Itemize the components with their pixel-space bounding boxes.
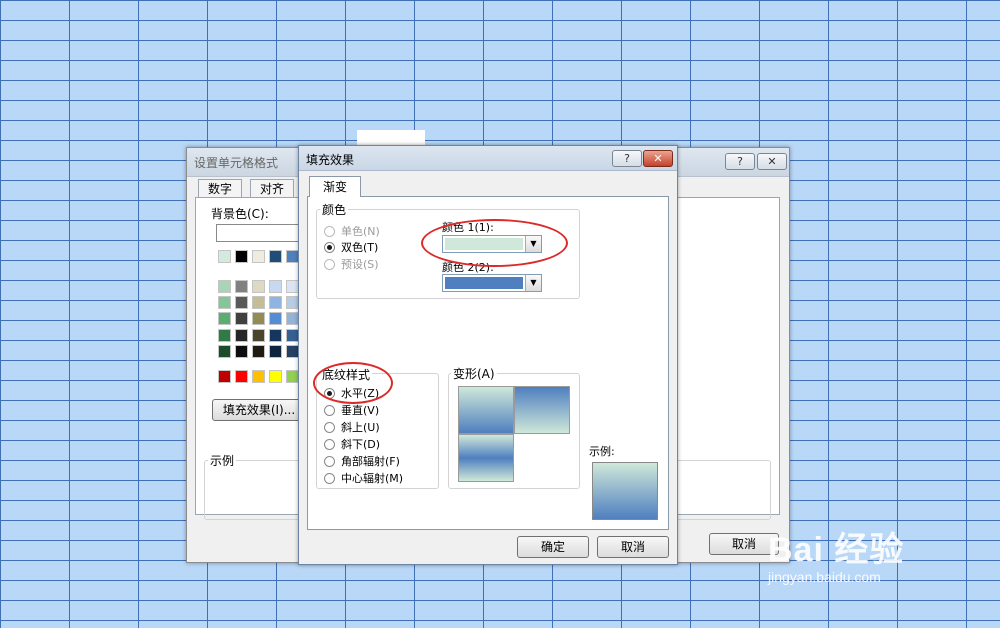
color-swatch[interactable] — [269, 250, 282, 263]
colors-group-label: 颜色 — [320, 201, 349, 218]
color-swatch[interactable] — [252, 280, 265, 293]
color-swatch[interactable] — [218, 370, 231, 383]
radio-one-color[interactable]: 单色(N) — [324, 223, 380, 239]
color-swatch[interactable] — [269, 280, 282, 293]
close-button[interactable]: ✕ — [643, 150, 673, 167]
color-swatch[interactable] — [235, 250, 248, 263]
format-cells-title: 设置单元格格式 — [194, 156, 279, 170]
gradient-panel: 颜色 单色(N) 双色(T) 预设(S) 颜色 1(1): ▼ 颜色 2(2):… — [307, 196, 669, 530]
color-swatch[interactable] — [252, 345, 265, 358]
watermark-url: jingyan.baidu.com — [768, 569, 881, 585]
color-swatch[interactable] — [218, 280, 231, 293]
fill-effects-title: 填充效果 — [306, 153, 355, 167]
fill-effects-titlebar: 填充效果 ? ✕ — [299, 146, 677, 171]
color-swatch[interactable] — [235, 296, 248, 309]
radio-icon — [324, 421, 335, 433]
radio-two-colors[interactable]: 双色(T) — [324, 239, 378, 255]
color-swatch[interactable] — [252, 312, 265, 325]
fill-effects-button[interactable]: 填充效果(I)... — [212, 399, 306, 421]
variants-label: 变形(A) — [451, 365, 497, 382]
color-swatch[interactable] — [269, 312, 282, 325]
tab-alignment[interactable]: 对齐 — [250, 179, 295, 198]
radio-checked-icon — [324, 387, 335, 399]
shading-option-label: 中心辐射(M) — [341, 472, 404, 485]
variant-2[interactable] — [514, 386, 570, 434]
shading-styles-label: 底纹样式 — [320, 366, 373, 383]
shading-option-label: 斜上(U) — [341, 421, 380, 434]
color-swatch[interactable] — [269, 370, 282, 383]
shading-option[interactable]: 垂直(V) — [324, 402, 379, 418]
color-swatch[interactable] — [269, 329, 282, 342]
shading-option-label: 垂直(V) — [341, 404, 380, 417]
background-color-label: 背景色(C): — [211, 207, 269, 221]
ok-button[interactable]: 确定 — [517, 536, 589, 558]
sample-label: 示例: — [589, 445, 615, 458]
color-swatch[interactable] — [235, 370, 248, 383]
watermark-brand: Bai 经验 — [768, 531, 905, 569]
tab-gradient[interactable]: 渐变 — [309, 176, 361, 197]
shading-option[interactable]: 斜上(U) — [324, 419, 380, 435]
radio-icon — [324, 455, 335, 467]
color-swatch[interactable] — [252, 329, 265, 342]
help-button[interactable]: ? — [612, 150, 642, 167]
radio-icon — [324, 472, 335, 484]
color-swatch[interactable] — [269, 296, 282, 309]
color1-label: 颜色 1(1): — [442, 221, 494, 234]
color-swatch[interactable] — [235, 280, 248, 293]
fill-effects-dialog: 填充效果 ? ✕ 渐变 颜色 单色(N) 双色(T) 预设(S) 颜色 1(1)… — [298, 145, 678, 565]
color-swatch[interactable] — [235, 345, 248, 358]
variant-3[interactable] — [458, 434, 514, 482]
color1-dropdown[interactable]: ▼ — [442, 235, 542, 253]
shading-option-label: 角部辐射(F) — [341, 455, 400, 468]
active-cell[interactable] — [357, 130, 425, 146]
color2-label: 颜色 2(2): — [442, 261, 494, 274]
radio-one-color-label: 单色(N) — [341, 225, 380, 238]
color-swatch[interactable] — [252, 250, 265, 263]
radio-icon — [324, 258, 335, 270]
shading-option[interactable]: 中心辐射(M) — [324, 470, 403, 486]
radio-checked-icon — [324, 241, 335, 253]
radio-preset[interactable]: 预设(S) — [324, 256, 379, 272]
color-swatch[interactable] — [235, 312, 248, 325]
shading-option-label: 水平(Z) — [341, 387, 380, 400]
variant-1[interactable] — [458, 386, 514, 434]
color-swatch[interactable] — [218, 296, 231, 309]
color2-preview — [445, 277, 523, 289]
color-swatch[interactable] — [218, 345, 231, 358]
color-swatch[interactable] — [269, 345, 282, 358]
cancel-button[interactable]: 取消 — [597, 536, 669, 558]
close-button[interactable]: ✕ — [757, 153, 787, 170]
help-button[interactable]: ? — [725, 153, 755, 170]
shading-option[interactable]: 角部辐射(F) — [324, 453, 400, 469]
radio-icon — [324, 225, 335, 237]
radio-icon — [324, 438, 335, 450]
color-swatch[interactable] — [252, 296, 265, 309]
chevron-down-icon: ▼ — [525, 275, 541, 291]
color2-dropdown[interactable]: ▼ — [442, 274, 542, 292]
chevron-down-icon: ▼ — [525, 236, 541, 252]
color-swatch[interactable] — [235, 329, 248, 342]
radio-icon — [324, 404, 335, 416]
tab-number[interactable]: 数字 — [198, 179, 243, 198]
sample-preview — [592, 462, 658, 520]
radio-two-colors-label: 双色(T) — [341, 241, 379, 254]
shading-option[interactable]: 斜下(D) — [324, 436, 380, 452]
shading-option-label: 斜下(D) — [341, 438, 381, 451]
color1-preview — [445, 238, 523, 250]
radio-preset-label: 预设(S) — [341, 258, 379, 271]
color-swatch[interactable] — [218, 329, 231, 342]
sample-label: 示例 — [208, 452, 237, 469]
baidu-watermark: Bai 经验 jingyan.baidu.com — [768, 522, 904, 585]
color-swatch[interactable] — [218, 312, 231, 325]
color-swatch[interactable] — [218, 250, 231, 263]
color-swatch[interactable] — [252, 370, 265, 383]
shading-option[interactable]: 水平(Z) — [324, 385, 379, 401]
